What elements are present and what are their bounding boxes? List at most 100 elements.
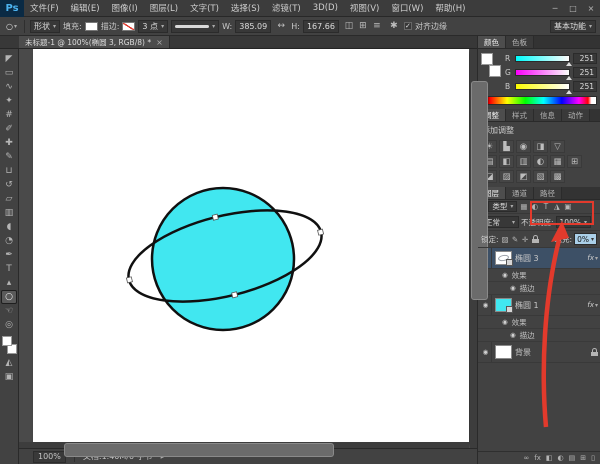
photo-filter-icon[interactable]: ◐ — [533, 155, 548, 168]
foreground-color-swatch[interactable] — [481, 53, 493, 65]
lock-all-icon[interactable] — [532, 235, 539, 243]
vertical-scrollbar[interactable] — [470, 49, 477, 448]
close-icon[interactable]: × — [156, 38, 163, 47]
selective-color-icon[interactable]: ▩ — [550, 170, 565, 183]
menu-item[interactable]: 编辑(E) — [65, 0, 106, 16]
menu-item[interactable]: 窗口(W) — [385, 0, 429, 16]
color-slider[interactable] — [515, 83, 570, 90]
tab-swatches[interactable]: 色板 — [506, 36, 534, 48]
layer-row-background[interactable]: ◉ 背景 — [478, 342, 600, 363]
slider-handle[interactable] — [566, 90, 572, 94]
tab-channels[interactable]: 通道 — [506, 187, 534, 199]
gradient-map-icon[interactable]: ▧ — [533, 170, 548, 183]
zoom-level-field[interactable]: 100% — [33, 451, 66, 463]
exposure-icon[interactable]: ◨ — [533, 140, 548, 153]
layer-name[interactable]: 背景 — [515, 347, 531, 358]
path-arrange-icon[interactable]: ≡ — [370, 20, 384, 33]
menu-item[interactable]: 3D(D) — [307, 0, 344, 16]
height-input[interactable]: 167.66 — [303, 20, 339, 33]
layer-name[interactable]: 椭圆 1 — [515, 300, 539, 311]
layer-mask-icon[interactable]: ◧ — [546, 454, 553, 462]
color-slider[interactable] — [515, 55, 570, 62]
width-input[interactable]: 385.09 — [235, 20, 271, 33]
layer-filter-select[interactable]: 类型 ▾ — [488, 201, 517, 212]
path-alignment-icon[interactable]: ⊞ — [356, 20, 370, 33]
menu-item[interactable]: 文字(T) — [184, 0, 225, 16]
stroke-effect-item[interactable]: ◉ 描边 — [478, 329, 600, 342]
fill-opacity-field[interactable]: 0% ▾ — [574, 233, 597, 245]
posterize-icon[interactable]: ▨ — [499, 170, 514, 183]
layer-fx-indicator[interactable]: fx ▾ — [587, 254, 598, 262]
minimize-button[interactable]: ─ — [546, 1, 564, 16]
menu-item[interactable]: 选择(S) — [225, 0, 266, 16]
menu-item[interactable]: 文件(F) — [24, 0, 65, 16]
eraser-tool[interactable]: ▱ — [1, 192, 17, 206]
stroke-style-select[interactable]: ▾ — [171, 20, 219, 33]
color-value-field[interactable]: 251 — [573, 81, 597, 92]
history-brush-tool[interactable]: ↺ — [1, 178, 17, 192]
lasso-tool[interactable]: ∿ — [1, 80, 17, 94]
blur-tool[interactable]: ◖ — [1, 220, 17, 234]
ellipse-tool[interactable]: ○ — [1, 290, 17, 304]
tool-mode-select[interactable]: 形状 ▾ — [30, 20, 60, 33]
color-slider[interactable] — [515, 69, 570, 76]
healing-brush-tool[interactable]: ✚ — [1, 136, 17, 150]
horizontal-scrollbar[interactable] — [19, 442, 469, 448]
eye-icon[interactable]: ◉ — [510, 284, 516, 292]
current-tool-button[interactable]: ○ ▾ — [4, 22, 19, 31]
tab-actions[interactable]: 动作 — [562, 109, 590, 121]
layer-row-ellipse-1[interactable]: ◉ 椭圆 1 fx ▾ — [478, 295, 600, 316]
color-balance-icon[interactable]: ◧ — [499, 155, 514, 168]
levels-icon[interactable]: ▙ — [499, 140, 514, 153]
stroke-effect-item[interactable]: ◉ 描边 — [478, 282, 600, 295]
menu-item[interactable]: 图层(L) — [144, 0, 184, 16]
link-layers-icon[interactable]: ∞ — [523, 454, 529, 462]
move-tool[interactable]: ◤ — [1, 52, 17, 66]
background-color-swatch[interactable] — [489, 65, 501, 77]
quick-selection-tool[interactable]: ✦ — [1, 94, 17, 108]
crop-tool[interactable]: # — [1, 108, 17, 122]
tab-paths[interactable]: 路径 — [534, 187, 562, 199]
document-canvas[interactable] — [33, 49, 469, 443]
brush-tool[interactable]: ✎ — [1, 150, 17, 164]
menu-item[interactable]: 滤镜(T) — [266, 0, 307, 16]
menu-item[interactable]: 帮助(H) — [429, 0, 471, 16]
hand-tool[interactable]: ☜ — [1, 304, 17, 318]
workspace-switcher[interactable]: 基本功能 ▾ — [550, 20, 596, 33]
pen-tool[interactable]: ✒ — [1, 248, 17, 262]
black-white-icon[interactable]: ▥ — [516, 155, 531, 168]
color-value-field[interactable]: 251 — [573, 67, 597, 78]
eye-icon[interactable]: ◉ — [502, 318, 508, 326]
curves-icon[interactable]: ◉ — [516, 140, 531, 153]
link-dimensions-icon[interactable]: ↔ — [274, 20, 288, 33]
marquee-tool[interactable]: ▭ — [1, 66, 17, 80]
tab-color[interactable]: 颜色 — [478, 36, 506, 48]
vibrance-icon[interactable]: ▽ — [550, 140, 565, 153]
menu-item[interactable]: 视图(V) — [344, 0, 385, 16]
layer-row-ellipse-3[interactable]: ◉ 椭圆 3 fx ▾ — [478, 248, 600, 269]
anchor-point[interactable] — [212, 214, 218, 220]
gear-icon[interactable]: ✱ — [387, 20, 401, 33]
layer-thumbnail[interactable] — [495, 251, 512, 265]
slider-handle[interactable] — [566, 76, 572, 80]
quick-mask-icon[interactable]: ◭ — [1, 356, 17, 370]
layer-style-icon[interactable]: fx — [534, 454, 541, 462]
tab-styles[interactable]: 样式 — [506, 109, 534, 121]
align-edges-checkbox[interactable]: ✓ — [404, 22, 412, 30]
layer-thumbnail[interactable] — [495, 345, 512, 359]
lock-move-icon[interactable]: ✛ — [521, 235, 530, 244]
slider-handle[interactable] — [566, 62, 572, 66]
menu-item[interactable]: 图像(I) — [106, 0, 144, 16]
color-spectrum-ramp[interactable] — [481, 96, 597, 105]
eye-icon[interactable]: ◉ — [510, 331, 516, 339]
color-value-field[interactable]: 251 — [573, 53, 597, 64]
filter-pixel-icon[interactable]: ▦ — [519, 202, 528, 211]
visibility-toggle[interactable]: ◉ — [480, 342, 492, 362]
close-button[interactable]: × — [582, 1, 600, 16]
threshold-icon[interactable]: ◩ — [516, 170, 531, 183]
tab-info[interactable]: 信息 — [534, 109, 562, 121]
path-selection-tool[interactable]: ▴ — [1, 276, 17, 290]
anchor-point[interactable] — [126, 277, 132, 283]
lock-paint-icon[interactable]: ✎ — [511, 235, 520, 244]
zoom-tool[interactable]: ◎ — [1, 318, 17, 332]
